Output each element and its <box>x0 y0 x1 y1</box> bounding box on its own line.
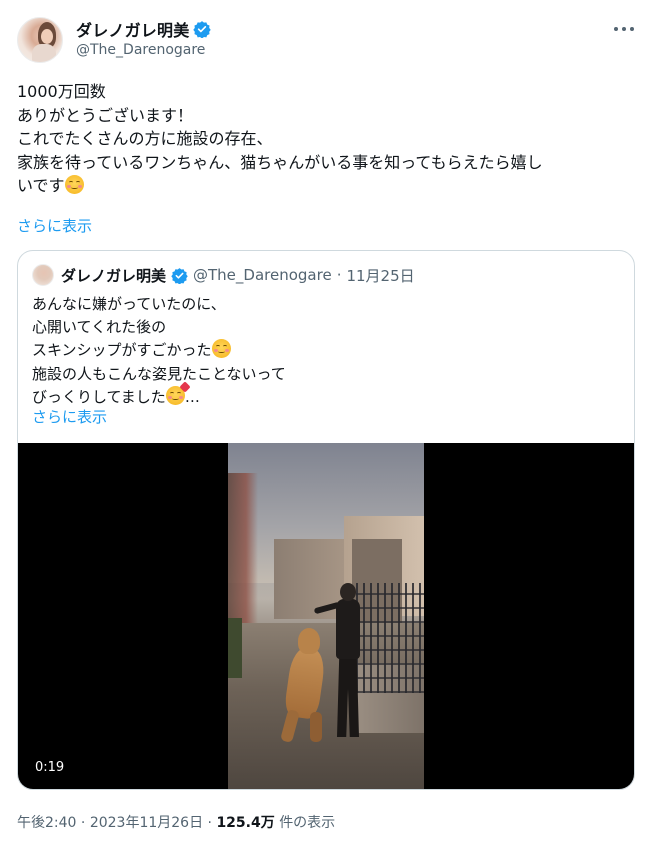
quoted-separator: · <box>336 266 342 284</box>
video-person <box>313 583 362 743</box>
video-duration: 0:19 <box>35 760 65 775</box>
quoted-author-display-name: ダレノガレ明美 <box>61 266 167 285</box>
quoted-author-handle: @The_Darenogare <box>193 266 332 284</box>
tweet-time[interactable]: 午後2:40 <box>17 815 76 831</box>
video-dog <box>280 628 328 744</box>
quoted-author-avatar <box>32 264 54 286</box>
views-count: 125.4万 <box>216 815 275 831</box>
smiling-face-emoji <box>211 339 231 359</box>
verified-badge-icon <box>171 267 188 284</box>
quoted-line: スキンシップがすごかった <box>32 341 212 360</box>
tweet-header: ダレノガレ明美 @The_Darenogare <box>17 15 642 67</box>
video-player[interactable]: 0:19 <box>18 443 634 789</box>
quoted-show-more-link[interactable]: さらに表示 <box>32 406 107 427</box>
tweet-line: ありがとうございます！ <box>17 105 194 125</box>
quoted-line: あんなに嫌がっていたのに、 <box>32 295 226 313</box>
tweet-line: これでたくさんの方に施設の存在、 <box>17 129 273 149</box>
author-handle[interactable]: @The_Darenogare <box>76 42 205 58</box>
smiling-face-emoji <box>64 175 84 195</box>
author-display-name[interactable]: ダレノガレ明美 <box>76 17 189 41</box>
meta-separator: · <box>80 815 86 831</box>
quoted-line-emoji: スキンシップがすごかった <box>32 339 286 362</box>
more-options-icon[interactable] <box>614 21 634 37</box>
quoted-tweet-text: あんなに嫌がっていたのに、 心開いてくれた後の スキンシップがすごかった 施設の… <box>32 293 286 409</box>
tweet-text: 1000万回数 ありがとうございます！ これでたくさんの方に施設の存在、 家族を… <box>17 80 637 198</box>
tweet-line-last: いです <box>17 174 637 198</box>
quoted-line: びっくりしてました <box>32 387 166 406</box>
tweet-meta: 午後2:40 · 2023年11月26日 · 125.4万 件の表示 <box>17 812 335 832</box>
video-frame <box>228 443 424 789</box>
tweet-line: 家族を待っているワンちゃん、猫ちゃんがいる事を知ってもらえたら嬉し <box>17 152 543 172</box>
tweet-line: いです <box>17 176 65 196</box>
tweet-line: 1000万回数 <box>17 82 106 101</box>
smiling-face-with-hearts-emoji <box>165 381 191 405</box>
meta-separator: · <box>207 815 212 831</box>
author-avatar[interactable] <box>17 17 63 63</box>
show-more-link[interactable]: さらに表示 <box>17 215 92 236</box>
quoted-tweet-header: ダレノガレ明美 @The_Darenogare · 11月25日 <box>32 264 415 286</box>
quoted-line: 施設の人もこんな姿見たことないって <box>32 364 286 383</box>
quoted-tweet[interactable]: ダレノガレ明美 @The_Darenogare · 11月25日 あんなに嫌がっ… <box>17 250 635 790</box>
tweet-date[interactable]: 2023年11月26日 <box>90 815 203 831</box>
quoted-line: 心開いてくれた後の <box>32 318 167 337</box>
author-name-row: ダレノガレ明美 <box>76 17 212 41</box>
quoted-date: 11月25日 <box>346 266 415 285</box>
verified-badge-icon <box>193 21 212 38</box>
views-label: 件の表示 <box>279 815 336 831</box>
